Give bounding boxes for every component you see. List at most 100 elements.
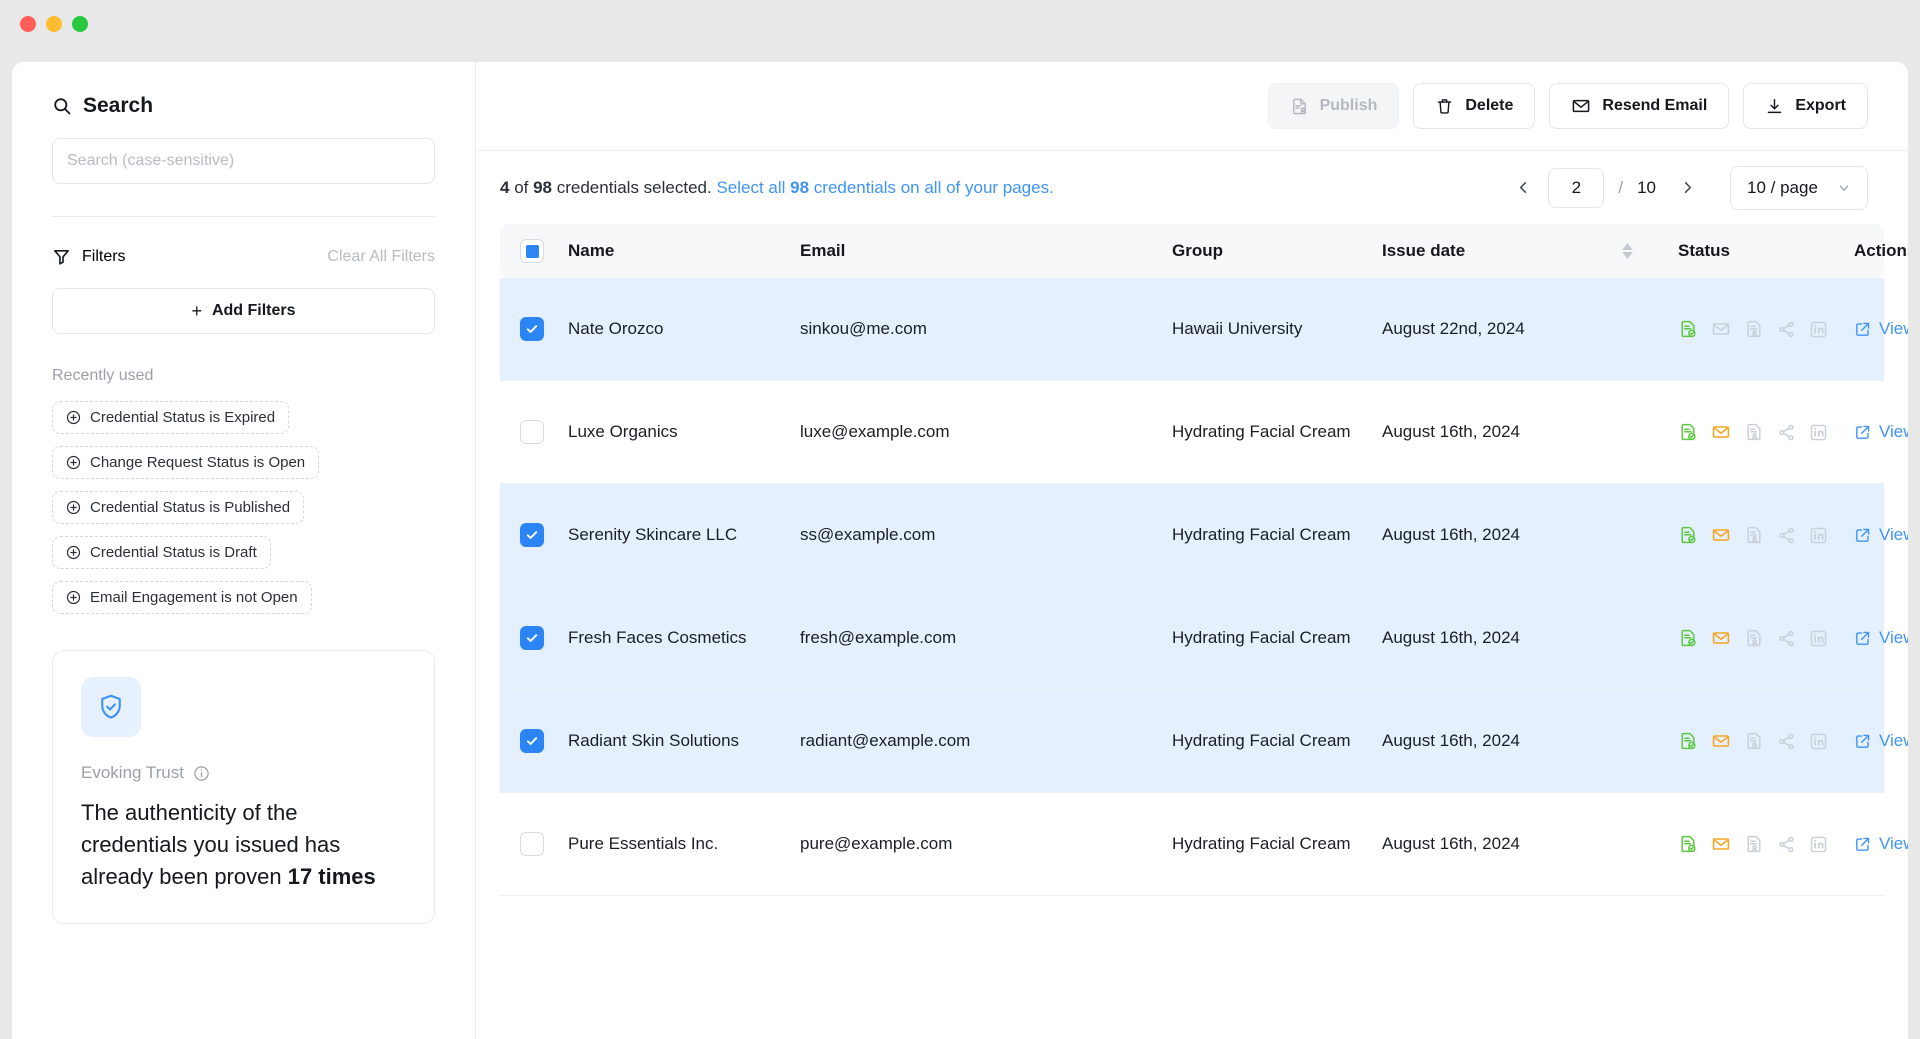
row-select-checkbox[interactable]	[520, 832, 544, 856]
window-maximize-button[interactable]	[72, 15, 88, 32]
view-link[interactable]: View	[1854, 731, 1908, 751]
view-link[interactable]: View	[1854, 834, 1908, 854]
add-filters-button[interactable]: + Add Filters	[52, 288, 435, 334]
filter-chip[interactable]: Credential Status is Draft	[52, 536, 271, 569]
credential-verified-icon[interactable]	[1678, 628, 1698, 648]
view-link[interactable]: View	[1854, 319, 1908, 339]
plus-circle-icon	[66, 410, 81, 425]
row-issue-date: August 22nd, 2024	[1382, 319, 1525, 338]
email-icon[interactable]	[1711, 834, 1731, 854]
select-all-checkbox[interactable]	[520, 239, 544, 263]
pagination-separator: /	[1618, 177, 1624, 197]
filter-chip[interactable]: Credential Status is Expired	[52, 401, 290, 434]
plus-circle-icon	[66, 590, 81, 605]
share-icon[interactable]	[1777, 526, 1796, 545]
column-header-email[interactable]: Email	[800, 241, 1172, 261]
email-icon[interactable]	[1711, 319, 1731, 339]
email-icon[interactable]	[1711, 731, 1731, 751]
share-icon[interactable]	[1777, 629, 1796, 648]
row-email: luxe@example.com	[800, 422, 950, 441]
credential-request-icon[interactable]	[1744, 731, 1764, 751]
window-close-button[interactable]	[20, 15, 36, 32]
delete-button[interactable]: Delete	[1413, 83, 1536, 129]
chevron-right-icon[interactable]	[1670, 171, 1704, 205]
filter-chip[interactable]: Credential Status is Published	[52, 491, 305, 524]
filter-chip[interactable]: Change Request Status is Open	[52, 446, 320, 479]
view-link[interactable]: View	[1854, 422, 1908, 442]
search-input[interactable]	[52, 138, 435, 184]
plus-circle-icon	[66, 500, 81, 515]
select-all-suffix: credentials on all of your pages.	[809, 177, 1054, 197]
share-icon[interactable]	[1777, 835, 1796, 854]
linkedin-icon[interactable]	[1809, 629, 1828, 648]
credential-verified-icon[interactable]	[1678, 834, 1698, 854]
pagination: 2 / 10 10 / page	[1506, 165, 1868, 210]
row-status-icons	[1678, 319, 1854, 339]
row-select-checkbox[interactable]	[520, 626, 544, 650]
row-select-checkbox[interactable]	[520, 523, 544, 547]
credential-request-icon[interactable]	[1744, 525, 1764, 545]
column-header-name[interactable]: Name	[568, 241, 800, 261]
clear-all-filters-button[interactable]: Clear All Filters	[327, 248, 435, 266]
credential-verified-icon[interactable]	[1678, 525, 1698, 545]
info-circle-icon[interactable]	[193, 765, 210, 782]
row-select-checkbox[interactable]	[520, 317, 544, 341]
column-header-actions: Actions	[1854, 241, 1908, 260]
view-link[interactable]: View	[1854, 628, 1908, 648]
share-icon[interactable]	[1777, 423, 1796, 442]
table-header-row: Name Email Group Issue date Status Actio…	[500, 224, 1908, 278]
email-icon[interactable]	[1711, 422, 1731, 442]
linkedin-icon[interactable]	[1809, 526, 1828, 545]
table-row[interactable]: Nate Orozco sinkou@me.com Hawaii Univers…	[500, 278, 1908, 381]
credential-request-icon[interactable]	[1744, 834, 1764, 854]
table-row[interactable]: Fresh Faces Cosmetics fresh@example.com …	[500, 587, 1908, 690]
column-header-group[interactable]: Group	[1172, 241, 1382, 261]
chevron-left-icon[interactable]	[1506, 171, 1540, 205]
recently-used-label: Recently used	[52, 367, 154, 384]
row-select-checkbox[interactable]	[520, 729, 544, 753]
row-name: Radiant Skin Solutions	[568, 731, 740, 751]
export-button[interactable]: Export	[1743, 83, 1868, 129]
column-header-issue-date[interactable]: Issue date	[1382, 241, 1622, 261]
linkedin-icon[interactable]	[1809, 732, 1828, 751]
linkedin-icon[interactable]	[1809, 423, 1828, 442]
table-row[interactable]: Luxe Organics luxe@example.com Hydrating…	[500, 381, 1908, 484]
linkedin-icon[interactable]	[1809, 320, 1828, 339]
delete-button-label: Delete	[1465, 97, 1514, 114]
credential-request-icon[interactable]	[1744, 422, 1764, 442]
resend-email-button-label: Resend Email	[1602, 97, 1708, 114]
page-size-select[interactable]: 10 / page	[1730, 165, 1868, 210]
view-link[interactable]: View	[1854, 525, 1908, 545]
resend-email-button[interactable]: Resend Email	[1549, 83, 1730, 129]
linkedin-icon[interactable]	[1809, 835, 1828, 854]
row-checkbox-cell	[500, 626, 568, 650]
credential-verified-icon[interactable]	[1678, 319, 1698, 339]
evoking-trust-card: Evoking Trust The authenticity of the cr…	[52, 650, 435, 924]
table-row[interactable]: Serenity Skincare LLC ss@example.com Hyd…	[500, 484, 1908, 587]
row-email: sinkou@me.com	[800, 319, 927, 338]
row-issue-date: August 16th, 2024	[1382, 525, 1521, 544]
credential-request-icon[interactable]	[1744, 628, 1764, 648]
view-link-label: View	[1879, 319, 1908, 338]
table-row[interactable]: Radiant Skin Solutions radiant@example.c…	[500, 690, 1908, 793]
table-row[interactable]: Pure Essentials Inc. pure@example.com Hy…	[500, 793, 1908, 896]
row-group: Hydrating Facial Cream	[1172, 834, 1351, 854]
publish-button[interactable]: Publish	[1267, 83, 1400, 129]
row-select-checkbox[interactable]	[520, 420, 544, 444]
email-icon[interactable]	[1711, 525, 1731, 545]
view-link-label: View	[1879, 422, 1908, 441]
credential-request-icon[interactable]	[1744, 319, 1764, 339]
filter-chip[interactable]: Email Engagement is not Open	[52, 581, 312, 614]
select-all-credentials-link[interactable]: Select all 98 credentials on all of your…	[716, 178, 1053, 197]
window-minimize-button[interactable]	[46, 15, 62, 32]
page-size-label: 10 / page	[1747, 177, 1818, 197]
sort-arrows-icon[interactable]	[1622, 243, 1678, 259]
row-group: Hawaii University	[1172, 319, 1303, 339]
trust-card-text: The authenticity of the credentials you …	[81, 797, 406, 893]
share-icon[interactable]	[1777, 732, 1796, 751]
page-number-input[interactable]: 2	[1548, 167, 1605, 208]
credential-verified-icon[interactable]	[1678, 422, 1698, 442]
email-icon[interactable]	[1711, 628, 1731, 648]
credential-verified-icon[interactable]	[1678, 731, 1698, 751]
share-icon[interactable]	[1777, 320, 1796, 339]
